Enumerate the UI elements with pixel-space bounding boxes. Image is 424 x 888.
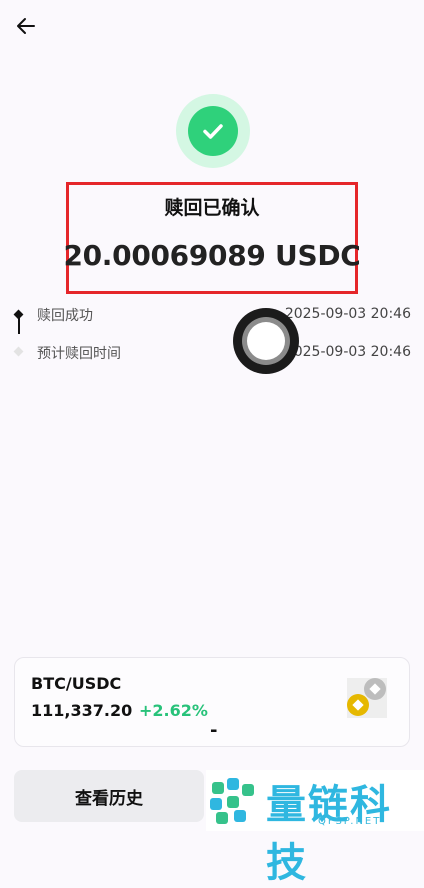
timeline-step-label: 预计赎回时间 bbox=[37, 346, 121, 362]
success-icon-container bbox=[176, 94, 250, 168]
timeline-step-label: 赎回成功 bbox=[37, 308, 93, 324]
check-circle-icon bbox=[188, 106, 238, 156]
timeline-dot-done bbox=[13, 309, 24, 320]
timeline-step-time: 2025-09-03 20:46 bbox=[284, 344, 411, 360]
trading-pair: BTC/USDC bbox=[31, 674, 122, 693]
timeline-step-time: 2025-09-03 20:46 bbox=[284, 306, 411, 322]
timeline-dot-pending bbox=[13, 346, 24, 357]
watermark-subtext: QFSP.NET bbox=[318, 816, 382, 827]
watermark-logo-icon bbox=[210, 778, 254, 824]
timeline-connector bbox=[18, 318, 20, 334]
assistive-touch-icon bbox=[247, 322, 285, 360]
assistive-touch-button[interactable] bbox=[233, 308, 299, 374]
placeholder-dash: - bbox=[210, 720, 218, 741]
market-card[interactable]: BTC/USDC 111,337.20 +2.62% - bbox=[14, 657, 410, 747]
status-title: 赎回已确认 bbox=[164, 197, 260, 219]
arrow-left-icon bbox=[17, 18, 35, 34]
view-history-button[interactable]: 查看历史 bbox=[14, 770, 204, 822]
coin-swap-icon bbox=[347, 678, 387, 718]
price-change: +2.62% bbox=[139, 701, 208, 720]
watermark-text: 量链科技 bbox=[266, 782, 392, 886]
watermark: 量链科技 QFSP.NET bbox=[206, 770, 424, 886]
price: 111,337.20 bbox=[31, 701, 133, 720]
redeemed-amount: 20.00069089 USDC bbox=[63, 239, 361, 272]
back-button[interactable] bbox=[14, 14, 38, 38]
